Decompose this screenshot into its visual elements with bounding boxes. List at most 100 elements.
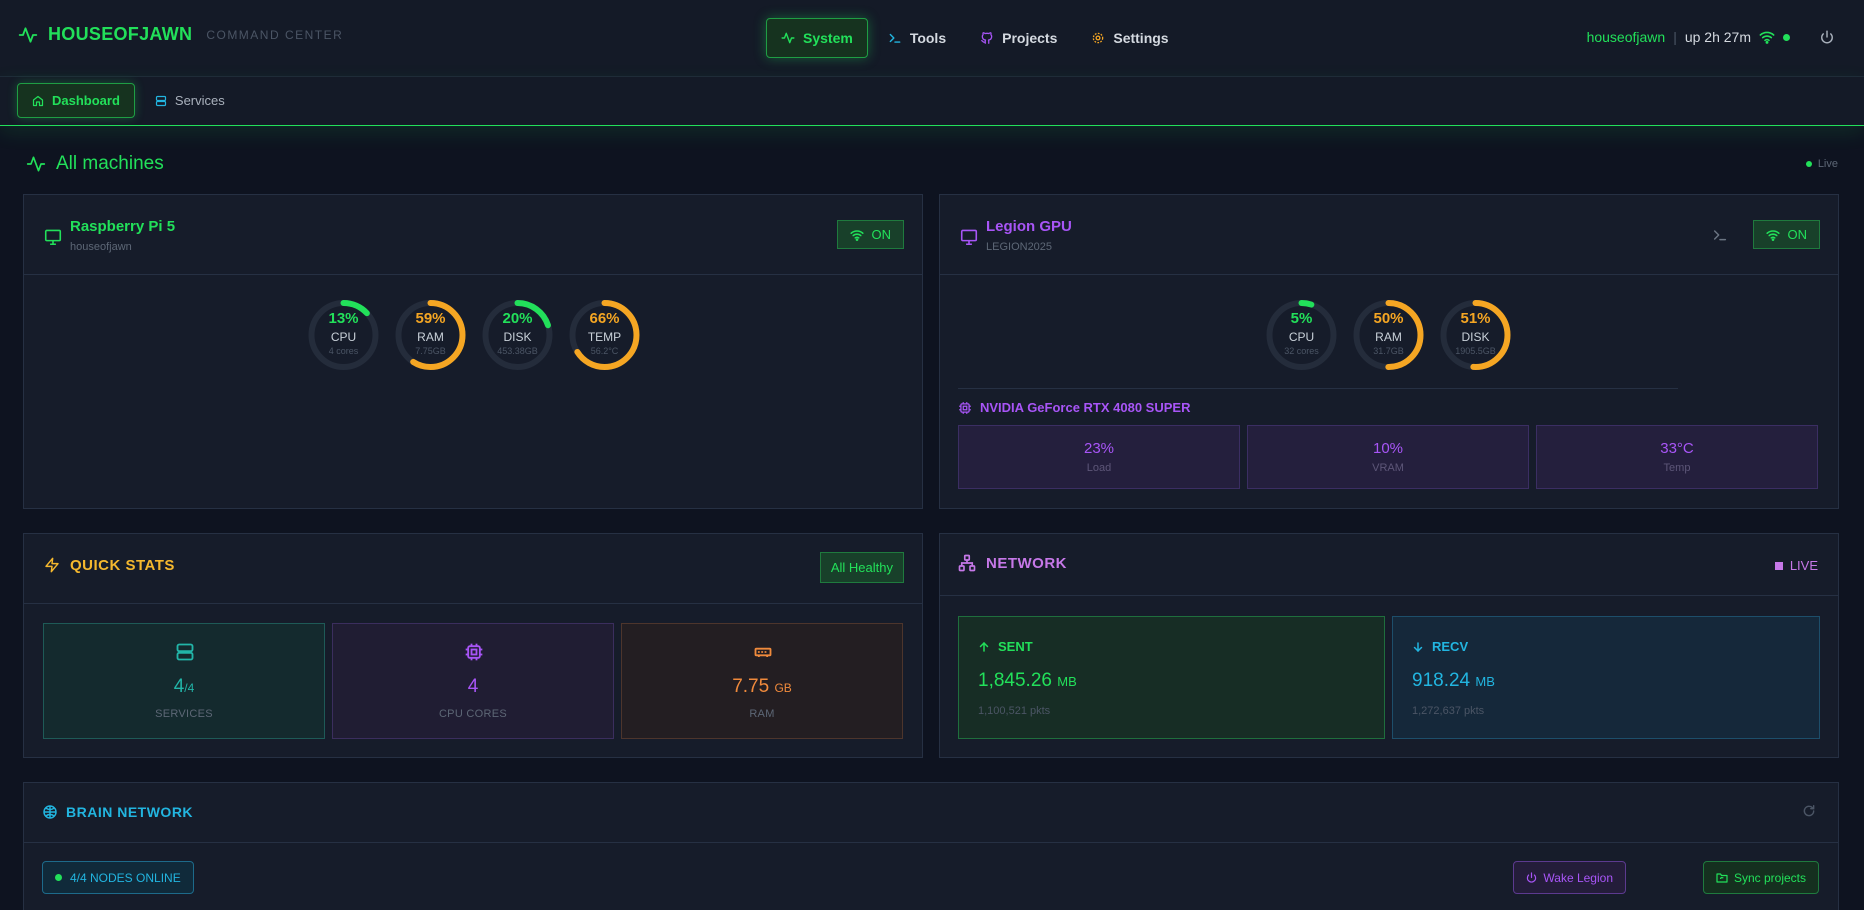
uptime: up 2h 27m xyxy=(1684,29,1751,45)
gauge-cpu: 5% CPU 32 cores xyxy=(1261,294,1342,376)
arrow-up-icon xyxy=(979,641,989,652)
wifi-icon xyxy=(1759,31,1775,44)
recv-header: RECV xyxy=(1412,639,1468,654)
divider xyxy=(958,388,1678,389)
sent-label: SENT xyxy=(998,639,1033,654)
sync-label: Sync projects xyxy=(1733,870,1806,885)
recv-unit: MB xyxy=(1475,674,1495,689)
gpu-stat-value: 33°C xyxy=(1660,440,1694,457)
gauge-ram: 59% RAM 7.75GB xyxy=(390,294,471,376)
recv-packets: 1,272,637 pkts xyxy=(1412,705,1485,717)
monitor-icon xyxy=(44,229,62,245)
status-label: ON xyxy=(871,227,892,242)
gauge-sub: 32 cores xyxy=(1284,346,1319,356)
brand-subtitle: COMMAND CENTER xyxy=(206,27,344,42)
server-icon xyxy=(176,643,194,661)
network-recv: RECV 918.24 MB 1,272,637 pkts xyxy=(1392,616,1820,739)
terminal-icon[interactable] xyxy=(1712,227,1728,243)
gauge-sub: 7.75GB xyxy=(415,346,446,356)
main-nav: System Tools Projects Settings xyxy=(766,18,1183,58)
sync-projects-button[interactable]: Sync projects xyxy=(1702,861,1819,894)
brain-title-text: BRAIN NETWORK xyxy=(66,804,194,820)
gauge-ram: 50% RAM 31.7GB xyxy=(1348,294,1429,376)
nav-projects[interactable]: Projects xyxy=(966,18,1071,58)
tab-label: Services xyxy=(174,93,225,108)
power-icon[interactable] xyxy=(1820,30,1834,44)
online-dot xyxy=(55,874,62,881)
stat-label: CPU CORES xyxy=(438,708,508,720)
brand[interactable]: HOUSEOFJAWN COMMAND CENTER xyxy=(18,24,343,45)
sent-value: 1,845.26 MB xyxy=(978,670,1077,692)
gauge-sub: 1905.5GB xyxy=(1455,346,1496,356)
machine-card-legion: Legion GPU LEGION2025 ON 5% CPU 32 cores… xyxy=(939,194,1839,509)
quick-stats-title: QUICK STATS xyxy=(44,556,175,574)
gauge-row: 5% CPU 32 cores 50% RAM 31.7GB 51% DISK … xyxy=(1261,294,1516,376)
nav-label: Projects xyxy=(1002,30,1058,46)
network-sent: SENT 1,845.26 MB 1,100,521 pkts xyxy=(958,616,1385,739)
activity-icon xyxy=(26,156,46,172)
nav-settings[interactable]: Settings xyxy=(1077,18,1182,58)
quick-stats-panel: QUICK STATS All Healthy 4/4 SERVICES 4 C… xyxy=(23,533,923,758)
machine-header: Raspberry Pi 5 houseofjawn ON xyxy=(24,195,922,275)
terminal-icon xyxy=(889,33,901,43)
network-live: LIVE xyxy=(1774,558,1818,573)
gpu-stat-value: 10% xyxy=(1372,440,1404,457)
user-name[interactable]: houseofjawn xyxy=(1587,29,1666,45)
stat-services: 4/4 SERVICES xyxy=(43,623,325,739)
gpu-temp: 33°C Temp xyxy=(1536,425,1818,489)
gauge-sub: 56.2°C xyxy=(590,346,619,356)
tab-label: Dashboard xyxy=(52,93,120,108)
lightning-icon xyxy=(45,557,59,573)
quick-stats-title-text: QUICK STATS xyxy=(70,556,175,574)
nodes-online-badge[interactable]: 4/4 NODES ONLINE xyxy=(42,861,194,894)
stat-value: 4 xyxy=(333,676,613,698)
activity-icon xyxy=(781,32,795,44)
status-badge[interactable]: ON xyxy=(836,220,904,249)
gauge-row: 13% CPU 4 cores 59% RAM 7.75GB 20% DISK … xyxy=(303,294,645,376)
tab-services[interactable]: Services xyxy=(141,83,239,118)
nav-tools[interactable]: Tools xyxy=(874,18,960,58)
machine-card-pi: Raspberry Pi 5 houseofjawn ON 13% CPU 4 … xyxy=(23,194,923,509)
arrow-down-icon xyxy=(1413,641,1423,652)
gpu-stat-label: Load xyxy=(1086,462,1112,474)
nav-label: Settings xyxy=(1113,30,1169,46)
machine-host: houseofjawn xyxy=(70,241,132,253)
folder-sync-icon xyxy=(1716,873,1728,883)
gpu-stat-label: Temp xyxy=(1663,462,1691,474)
quick-stats-header: QUICK STATS All Healthy xyxy=(24,534,922,604)
nav-label: Tools xyxy=(909,30,947,46)
machine-host: LEGION2025 xyxy=(986,241,1053,253)
gpu-stats: 23% Load 10% VRAM 33°C Temp xyxy=(958,425,1818,489)
wake-legion-button[interactable]: Wake Legion xyxy=(1513,861,1626,894)
status-badge[interactable]: ON xyxy=(1752,220,1820,249)
gauge-sub: 31.7GB xyxy=(1373,346,1404,356)
gauge-value: 59% xyxy=(415,310,446,327)
recv-label: RECV xyxy=(1432,639,1469,654)
brain-network-panel: BRAIN NETWORK 4/4 NODES ONLINE Wake Legi… xyxy=(23,782,1839,910)
gpu-name: NVIDIA GeForce RTX 4080 SUPER xyxy=(980,400,1191,415)
wifi-icon xyxy=(1765,229,1780,241)
gauge-value: 20% xyxy=(502,310,533,327)
tab-dashboard[interactable]: Dashboard xyxy=(17,83,135,118)
section-title: All machines xyxy=(26,153,164,175)
network-title-text: NETWORK xyxy=(986,554,1067,572)
home-icon xyxy=(32,95,44,106)
gpu-vram: 10% VRAM xyxy=(1247,425,1529,489)
gauge-temp: 66% TEMP 56.2°C xyxy=(564,294,645,376)
gauge-value: 13% xyxy=(328,310,359,327)
monitor-icon xyxy=(960,229,978,245)
stat-suffix: GB xyxy=(774,681,792,695)
stat-label: SERVICES xyxy=(155,708,213,720)
nav-system[interactable]: System xyxy=(766,18,868,58)
refresh-icon[interactable] xyxy=(1802,804,1816,818)
live-dot xyxy=(1805,161,1812,167)
gauge-disk: 51% DISK 1905.5GB xyxy=(1435,294,1516,376)
machine-header: Legion GPU LEGION2025 ON xyxy=(940,195,1838,275)
health-badge[interactable]: All Healthy xyxy=(819,552,904,583)
server-icon xyxy=(155,95,167,106)
gauge-label: RAM xyxy=(1375,330,1402,344)
stat-number: 4 xyxy=(173,676,185,697)
sent-unit: MB xyxy=(1057,674,1077,689)
stat-number: 4 xyxy=(467,676,479,697)
memory-icon xyxy=(754,647,772,657)
